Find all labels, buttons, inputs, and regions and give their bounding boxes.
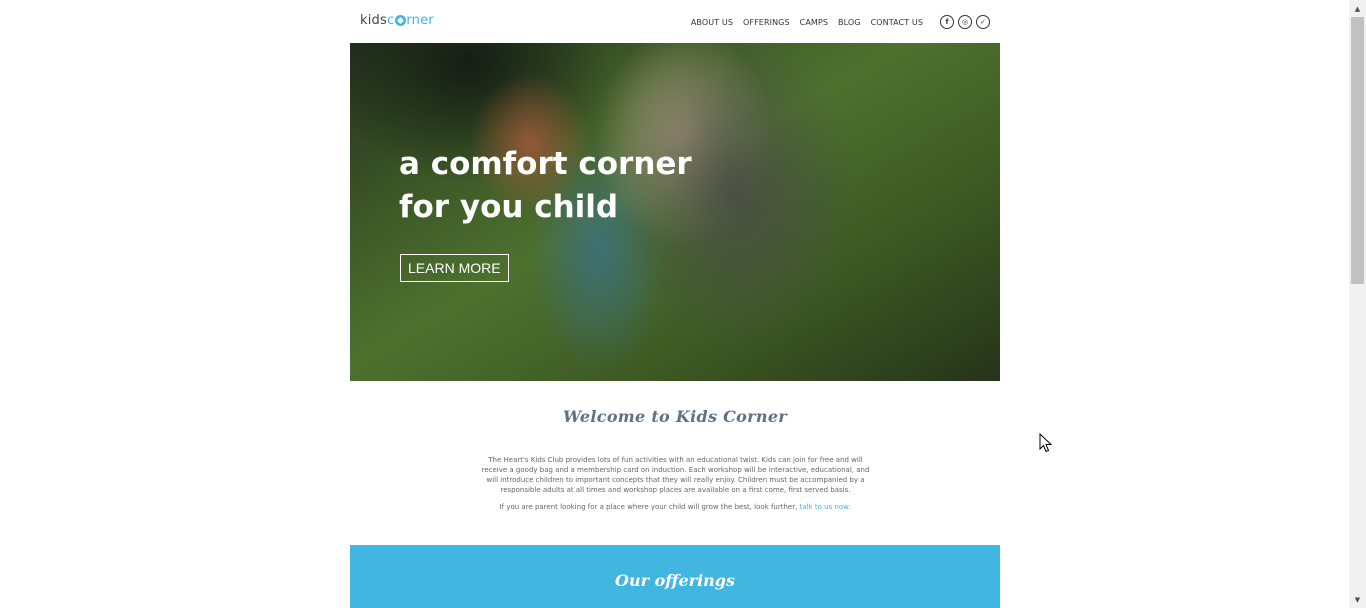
soccer-ball-icon [394, 15, 406, 26]
nav-camps[interactable]: CAMPS [800, 18, 828, 27]
hero-heading-line2: for you child [399, 189, 619, 225]
nav-contact-us[interactable]: CONTACT US [871, 18, 923, 27]
page-scrollbar[interactable]: ▲ ▼ [1349, 0, 1366, 608]
facebook-icon[interactable]: f [940, 15, 954, 29]
twitter-icon[interactable]: ✓ [976, 15, 990, 29]
hero-heading: a comfort corner for you child [399, 143, 692, 229]
page: kids c rner ABOUT US OFFERINGS CAMPS BLOG … [0, 0, 1349, 608]
nav-offerings[interactable]: OFFERINGS [743, 18, 790, 27]
hero-heading-line1: a comfort corner [399, 146, 692, 182]
offerings-section: Our offerings [350, 545, 1000, 608]
scroll-up-arrow-icon[interactable]: ▲ [1349, 0, 1366, 17]
logo-c: c [386, 13, 395, 28]
logo-text-kids: kids [360, 13, 387, 28]
offerings-title: Our offerings [615, 571, 735, 590]
main-nav: ABOUT US OFFERINGS CAMPS BLOG CONTACT US [691, 18, 923, 27]
mouse-cursor-icon [1039, 433, 1052, 453]
talk-to-us-link[interactable]: talk to us now. [800, 503, 851, 511]
welcome-title: Welcome to Kids Corner [562, 407, 788, 426]
social-links: f ◎ ✓ [940, 15, 990, 29]
scroll-thumb[interactable] [1351, 17, 1364, 284]
scroll-down-arrow-icon[interactable]: ▼ [1349, 591, 1366, 608]
logo-text-rner: rner [406, 13, 434, 28]
learn-more-button[interactable]: LEARN MORE [400, 254, 509, 282]
nav-blog[interactable]: BLOG [838, 18, 861, 27]
instagram-icon[interactable]: ◎ [958, 15, 972, 29]
hero-banner: a comfort corner for you child LEARN MOR… [350, 43, 1000, 381]
welcome-cta: If you are parent looking for a place wh… [350, 503, 1000, 511]
logo[interactable]: kids c rner [360, 13, 434, 28]
nav-about-us[interactable]: ABOUT US [691, 18, 733, 27]
welcome-body: The Heart's Kids Club provides lots of f… [481, 456, 870, 494]
welcome-cta-text: If you are parent looking for a place wh… [499, 503, 798, 511]
site-header: kids c rner ABOUT US OFFERINGS CAMPS BLOG … [350, 0, 1000, 43]
